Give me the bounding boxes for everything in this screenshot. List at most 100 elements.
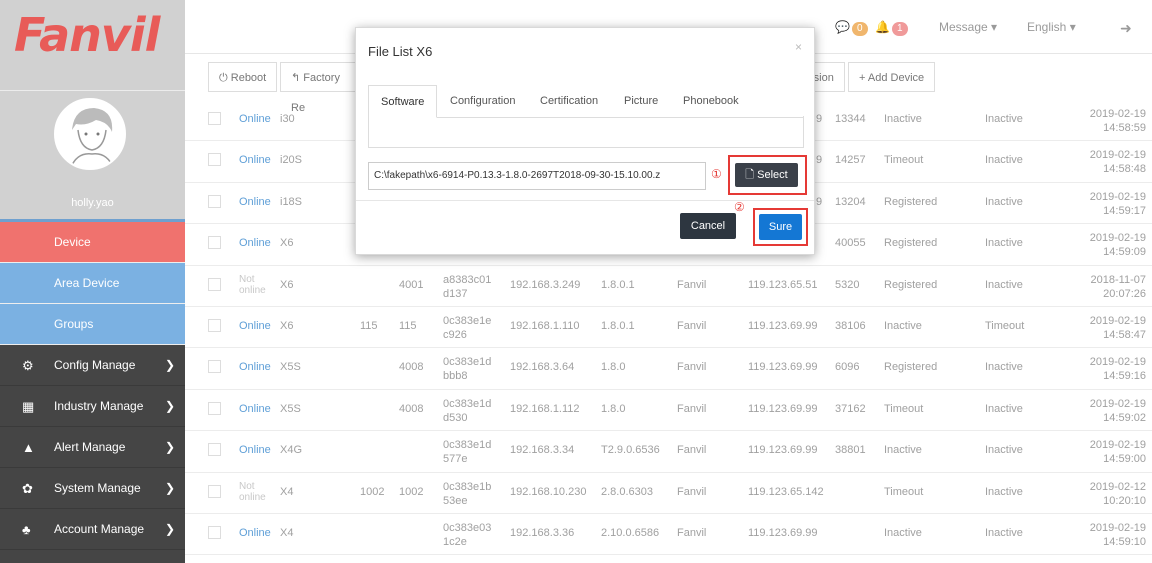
row-checkbox[interactable] [208, 153, 221, 167]
cell-vendor: Fanvil [677, 444, 707, 457]
chat-notifications[interactable]: 💬 0 [835, 20, 868, 36]
nav-system-manage[interactable]: ✿ System Manage ❯ [0, 468, 185, 509]
table-row[interactable]: Online X4G 577e 0c383e1d 192.168.3.34 T2.9.0.… [185, 431, 1152, 473]
chat-icon: 💬 [835, 20, 850, 34]
tab-configuration[interactable]: Configuration [438, 85, 527, 118]
cell-alarm: Inactive [985, 154, 1023, 167]
cell-date: 2019-02-19 [1089, 356, 1146, 369]
table-row[interactable]: Not online X4 1002 1002 53ee 0c383e1b 192.168.… [185, 473, 1152, 514]
tab-software[interactable]: Software [368, 85, 438, 118]
cell-reg: Inactive [884, 113, 922, 125]
cell-mac-tail: 9 [816, 113, 823, 125]
table-row[interactable]: Online X6 115 115 c926 0c383e1e 192.168.1.110 1… [185, 307, 1152, 349]
row-checkbox[interactable] [208, 401, 221, 415]
cell-reg: Inactive [884, 444, 922, 457]
bell-icon: 🔔 [875, 20, 890, 34]
tab-picture[interactable]: Picture [612, 85, 670, 118]
cell-alarm: Inactive [985, 402, 1023, 415]
step-two-marker: ② [734, 200, 745, 214]
logout-icon[interactable]: ➜ [1120, 20, 1132, 37]
cancel-button[interactable]: Cancel [680, 213, 736, 239]
nav-config-manage[interactable]: ⚙ Config Manage ❯ [0, 345, 185, 386]
sure-button[interactable]: Sure [759, 214, 802, 240]
cell-alarm: Timeout [985, 319, 1025, 332]
cell-status[interactable]: Online [239, 444, 271, 456]
avatar[interactable] [54, 98, 126, 170]
cell-reg: Registered [884, 237, 938, 250]
cell-status[interactable]: Online [239, 237, 271, 249]
cell-status[interactable]: Online [239, 361, 271, 373]
cell-time: 14:58:47 [1103, 328, 1146, 341]
cell-time: 20:07:26 [1103, 287, 1146, 300]
row-checkbox[interactable] [208, 525, 221, 539]
step-one-marker: ① [711, 167, 722, 181]
row-checkbox[interactable] [208, 112, 221, 125]
nav-label: Industry Manage [54, 399, 144, 413]
cell-status[interactable]: Not online [239, 274, 269, 296]
row-checkbox[interactable] [208, 194, 221, 208]
nav-account-manage[interactable]: ♣ Account Manage ❯ [0, 509, 185, 550]
cell-acc2: 4008 [399, 402, 424, 415]
chevron-right-icon: ❯ [164, 399, 175, 413]
cell-port: 14257 [835, 154, 866, 167]
nav-groups[interactable]: Groups [0, 304, 185, 345]
add-device-button[interactable]: + Add Device [848, 62, 936, 92]
cell-mac: 0c383e1b [443, 480, 492, 493]
row-checkbox[interactable] [208, 443, 221, 457]
cell-status[interactable]: Online [239, 196, 271, 208]
cell-time: 14:59:02 [1103, 411, 1146, 424]
cell-status[interactable]: Online [239, 527, 271, 539]
cell-mac: 0c383e1d [443, 439, 492, 452]
row-checkbox[interactable] [208, 236, 221, 250]
user-profile: holly.yao [0, 90, 185, 222]
cell-port: 13204 [835, 195, 866, 208]
select-file-button[interactable]: 🗋 Select [735, 163, 798, 187]
cell-reg: Timeout [884, 485, 924, 498]
username: holly.yao [71, 197, 114, 209]
message-menu[interactable]: Message ▾ [939, 20, 997, 34]
cell-model: X6 [280, 319, 294, 332]
cell-date: 2019-02-19 [1089, 439, 1146, 452]
row-checkbox[interactable] [208, 484, 221, 498]
table-row[interactable]: Not online X6 4001 d137 a8383c01 192.168.3.24… [185, 266, 1152, 307]
cell-ver: 2.8.0.6303 [601, 485, 653, 498]
table-row[interactable]: Online X5S 4008 d530 0c383e1d 192.168.1.112 1.… [185, 390, 1152, 432]
language-menu[interactable]: English ▾ [1027, 20, 1076, 34]
cell-acc2: 4001 [399, 278, 424, 291]
cell-status[interactable]: Online [239, 320, 271, 332]
nav-area-device[interactable]: Area Device [0, 263, 185, 304]
cell-ver: 1.8.0.1 [601, 319, 635, 332]
alert-notifications[interactable]: 🔔 1 [875, 20, 908, 36]
tab-phonebook[interactable]: Phonebook [671, 85, 751, 118]
nav-device[interactable]: Device [0, 222, 185, 263]
cell-alarm: Inactive [985, 485, 1023, 498]
cell-alarm: Inactive [985, 278, 1023, 291]
cell-status[interactable]: Online [239, 403, 271, 415]
file-path-field[interactable]: C:\fakepath\x6-6914-P0.13.3-1.8.0-2697T2… [368, 162, 706, 190]
factory-reset-button[interactable]: ↰ Factory Re [280, 62, 360, 114]
cell-mac: a8383c01 [443, 273, 492, 286]
cell-model: X4G [280, 444, 303, 457]
tab-panel [368, 116, 804, 148]
nav-alert-manage[interactable]: ▲ Alert Manage ❯ [0, 427, 185, 468]
reboot-button[interactable]: ⏻ Reboot [208, 62, 278, 92]
cell-status[interactable]: Online [239, 154, 271, 166]
chevron-right-icon: ❯ [164, 440, 175, 454]
cell-ip: 192.168.1.112 [510, 402, 580, 415]
nav-label: Config Manage [54, 358, 136, 372]
tab-certification[interactable]: Certification [528, 85, 610, 118]
cell-status[interactable]: Not online [239, 481, 269, 503]
cell-status[interactable]: Online [239, 113, 271, 125]
cell-alarm: Inactive [985, 361, 1023, 374]
cell-pub: 119.123.69.99 [748, 319, 818, 332]
nav-industry-manage[interactable]: ▦ Industry Manage ❯ [0, 386, 185, 427]
cell-pub: 119.123.69.99 [748, 402, 818, 415]
row-checkbox[interactable] [208, 318, 221, 332]
table-row[interactable]: Online X4 1c2e 0c383e03 192.168.3.36 2.10.0.6… [185, 514, 1152, 556]
cell-reg: Registered [884, 278, 938, 291]
row-checkbox[interactable] [208, 277, 221, 291]
cell-acc1: 115 [360, 319, 378, 332]
row-checkbox[interactable] [208, 360, 221, 374]
close-icon[interactable]: × [795, 40, 802, 54]
table-row[interactable]: Online X5S 4008 bbb8 0c383e1d 192.168.3.64 1.8… [185, 348, 1152, 390]
